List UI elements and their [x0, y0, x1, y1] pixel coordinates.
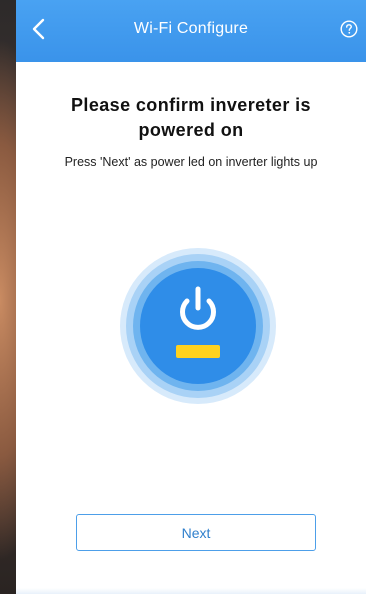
bottom-edge [16, 588, 366, 594]
question-circle-icon [340, 20, 358, 38]
app-screen: Wi-Fi Configure Please confirm invereter… [16, 0, 366, 594]
navigation-bar: Wi-Fi Configure [16, 0, 366, 62]
page-title: Wi-Fi Configure [133, 20, 249, 37]
power-illustration [119, 247, 277, 405]
next-button[interactable]: Next [76, 514, 316, 551]
confirm-headline: Please confirm invereter is powered on [71, 95, 311, 140]
led-indicator [176, 345, 220, 358]
instruction-text: Press 'Next' as power led on inverter li… [64, 155, 318, 169]
help-button[interactable] [340, 20, 358, 38]
